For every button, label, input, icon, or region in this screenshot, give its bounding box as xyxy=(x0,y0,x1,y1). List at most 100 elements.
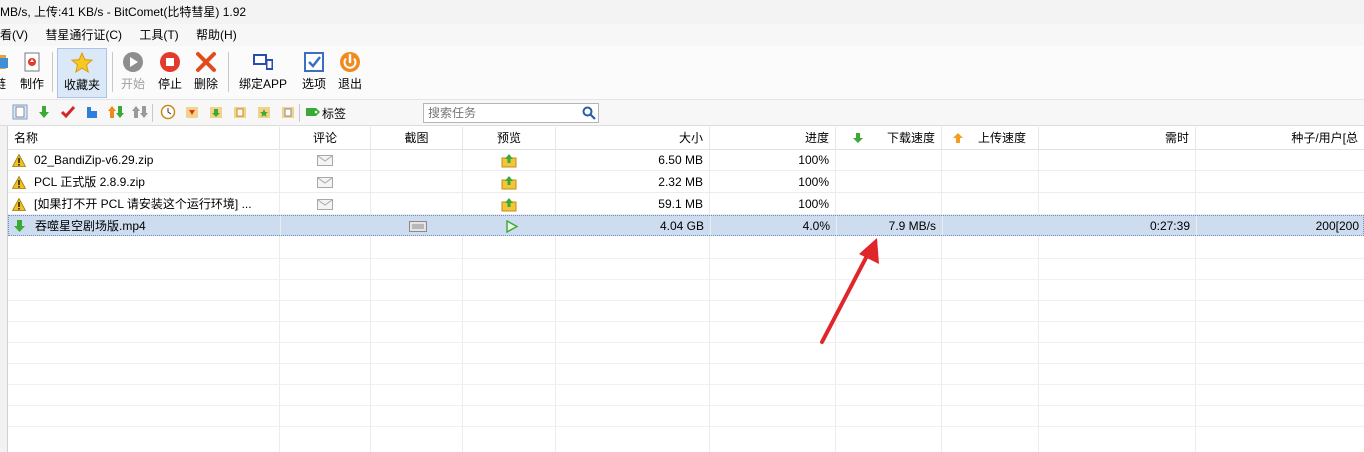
category-red-icon[interactable] xyxy=(184,104,200,120)
task-size: 4.04 GB xyxy=(557,216,711,237)
favorites-button[interactable]: 收藏夹 xyxy=(57,48,107,98)
empty-row-line xyxy=(8,300,1364,301)
main-toolbar: 链 制作 收藏夹 开始 停止 删除 绑定APP 选项 退出 xyxy=(0,46,1364,100)
menu-passport[interactable]: 彗星通行证(C) xyxy=(45,28,122,42)
scheduler-icon[interactable] xyxy=(160,104,176,120)
start-button[interactable]: 开始 xyxy=(117,48,149,98)
delete-icon xyxy=(196,52,216,72)
subtoolbar-separator xyxy=(299,104,300,122)
menu-bar: 看(V) 彗星通行证(C) 工具(T) 帮助(H) xyxy=(0,24,1364,46)
preview-icon[interactable] xyxy=(501,153,517,168)
column-name[interactable]: 名称 xyxy=(8,127,280,150)
empty-row-line xyxy=(8,384,1364,385)
column-progress[interactable]: 进度 xyxy=(710,127,836,150)
left-panel-edge[interactable] xyxy=(0,126,8,452)
play-preview-icon[interactable] xyxy=(503,220,519,233)
downloading-icon[interactable] xyxy=(36,104,52,120)
toolbar-separator xyxy=(112,52,113,92)
exit-button[interactable]: 退出 xyxy=(334,48,366,98)
screenshot-icon[interactable] xyxy=(409,221,427,232)
download-arrow-icon xyxy=(14,220,25,232)
menu-view[interactable]: 看(V) xyxy=(0,28,28,42)
upload-blue-icon[interactable] xyxy=(84,104,100,120)
options-icon xyxy=(304,52,324,72)
link-icon xyxy=(0,55,8,69)
stop-icon xyxy=(160,52,180,72)
task-progress: 100% xyxy=(710,150,836,171)
search-icon[interactable] xyxy=(582,106,596,120)
start-icon xyxy=(123,52,143,72)
table-row[interactable]: 02_BandiZip-v6.29.zip 6.50 MB 100% xyxy=(8,150,1364,171)
task-progress: 100% xyxy=(710,194,836,215)
warning-icon xyxy=(12,176,26,189)
category-star-icon[interactable] xyxy=(256,104,272,120)
stop-button[interactable]: 停止 xyxy=(154,48,186,98)
column-seeds-peers[interactable]: 种子/用户[总 xyxy=(1196,127,1364,150)
title-bar: MB/s, 上传:41 KB/s - BitComet(比特彗星) 1.92 xyxy=(0,0,1364,24)
empty-row-line xyxy=(8,405,1364,406)
empty-row-line xyxy=(8,363,1364,364)
delete-button[interactable]: 删除 xyxy=(190,48,222,98)
menu-tools[interactable]: 工具(T) xyxy=(139,28,178,42)
tag-label[interactable]: 标签 xyxy=(322,105,346,122)
empty-row-line xyxy=(8,321,1364,322)
all-tasks-icon[interactable] xyxy=(12,104,28,120)
task-name-cell: PCL 正式版 2.8.9.zip xyxy=(8,172,280,193)
task-table: 名称 评论 截图 预览 大小 进度 下载速度 上传速度 需时 种子/用户[总 0… xyxy=(8,127,1364,452)
warning-icon xyxy=(12,154,26,167)
window-title: MB/s, 上传:41 KB/s - BitComet(比特彗星) 1.92 xyxy=(0,5,247,19)
category-green-icon[interactable] xyxy=(208,104,224,120)
options-button[interactable]: 选项 xyxy=(298,48,330,98)
make-torrent-button[interactable]: 制作 xyxy=(16,48,48,98)
up-down-gray-icon[interactable] xyxy=(132,104,148,120)
star-icon xyxy=(70,51,94,74)
exit-icon xyxy=(340,52,360,72)
column-size[interactable]: 大小 xyxy=(556,127,710,150)
bind-app-icon xyxy=(253,54,273,70)
task-name: [如果打不开 PCL 请安装这个运行环境] ... xyxy=(34,197,252,211)
task-size: 59.1 MB xyxy=(556,194,710,215)
task-size: 2.32 MB xyxy=(556,172,710,193)
column-download-speed[interactable]: 下载速度 xyxy=(836,127,942,150)
column-eta[interactable]: 需时 xyxy=(1039,127,1196,150)
column-comment[interactable]: 评论 xyxy=(280,127,371,150)
empty-row-line xyxy=(8,342,1364,343)
comment-icon[interactable] xyxy=(317,199,333,210)
task-name-cell: 02_BandiZip-v6.29.zip xyxy=(8,150,280,171)
download-arrow-icon xyxy=(853,133,863,143)
up-down-icon[interactable] xyxy=(108,104,124,120)
task-eta: 0:27:39 xyxy=(1040,216,1197,237)
task-name: 02_BandiZip-v6.29.zip xyxy=(34,153,154,167)
warning-icon xyxy=(12,198,26,211)
column-preview[interactable]: 预览 xyxy=(463,127,556,150)
table-row[interactable]: PCL 正式版 2.8.9.zip 2.32 MB 100% xyxy=(8,172,1364,193)
subtoolbar-separator xyxy=(152,104,153,122)
comment-icon[interactable] xyxy=(317,155,333,166)
task-name-cell: 吞噬星空剧场版.mp4 xyxy=(9,216,281,237)
task-name: 吞噬星空剧场版.mp4 xyxy=(35,219,146,233)
task-name: PCL 正式版 2.8.9.zip xyxy=(34,175,145,189)
task-progress: 100% xyxy=(710,172,836,193)
completed-icon[interactable] xyxy=(60,104,76,120)
bind-app-button[interactable]: 绑定APP xyxy=(234,48,292,98)
column-screenshot[interactable]: 截图 xyxy=(371,127,463,150)
make-torrent-icon xyxy=(24,52,40,72)
comment-icon[interactable] xyxy=(317,177,333,188)
category-file-icon[interactable] xyxy=(232,104,248,120)
annotation-arrow xyxy=(820,238,879,344)
preview-icon[interactable] xyxy=(501,175,517,190)
task-size: 6.50 MB xyxy=(556,150,710,171)
table-row-selected[interactable]: 吞噬星空剧场版.mp4 4.04 GB 4.0% 7.9 MB/s 0:27:3… xyxy=(8,215,1364,237)
category-doc-icon[interactable] xyxy=(280,104,296,120)
empty-row-line xyxy=(8,279,1364,280)
search-input[interactable] xyxy=(423,103,599,123)
menu-help[interactable]: 帮助(H) xyxy=(196,28,237,42)
link-button[interactable]: 链 xyxy=(0,48,10,98)
table-row[interactable]: [如果打不开 PCL 请安装这个运行环境] ... 59.1 MB 100% xyxy=(8,194,1364,215)
task-name-cell: [如果打不开 PCL 请安装这个运行环境] ... xyxy=(8,194,280,215)
preview-icon[interactable] xyxy=(501,197,517,212)
table-header: 名称 评论 截图 预览 大小 进度 下载速度 上传速度 需时 种子/用户[总 xyxy=(8,127,1364,150)
toolbar-separator xyxy=(52,52,53,92)
tag-icon[interactable] xyxy=(305,104,321,120)
column-upload-speed[interactable]: 上传速度 xyxy=(942,127,1039,150)
